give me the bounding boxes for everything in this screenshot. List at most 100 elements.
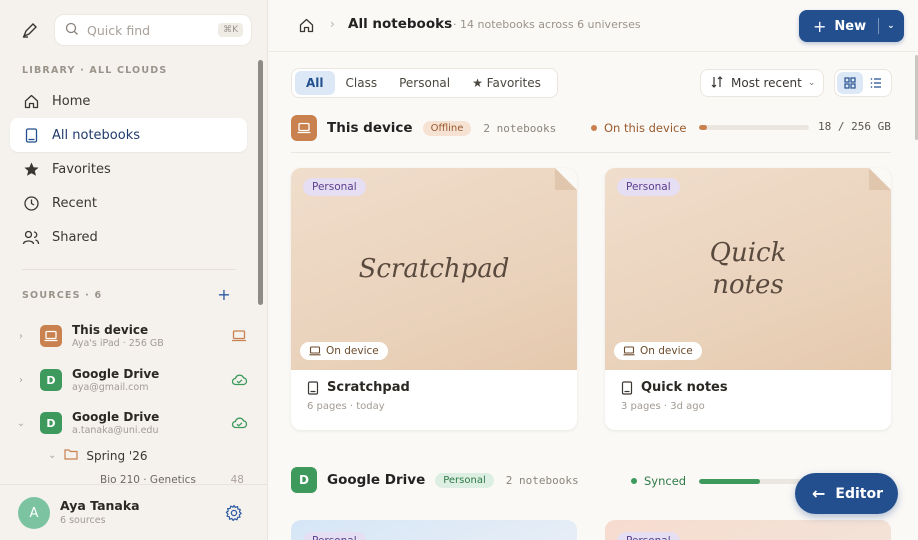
tab-favorites[interactable]: ★ Favorites (461, 71, 552, 95)
sidebar-scrollbar[interactable] (258, 60, 263, 305)
home-icon (22, 92, 40, 110)
storage-label: 18 / 256 GB (818, 120, 891, 133)
nav-favorites[interactable]: Favorites (10, 152, 247, 186)
user-sources: 6 sources (60, 515, 106, 526)
editor-button[interactable]: ← Editor (795, 473, 898, 514)
source-name: This device (72, 323, 149, 338)
list-view-icon[interactable] (863, 72, 889, 94)
search-icon (65, 21, 79, 40)
breadcrumb-separator-icon: › (330, 17, 335, 31)
chevron-right-icon[interactable]: › (14, 331, 28, 342)
tab-all[interactable]: All (295, 71, 335, 95)
status-badge: Personal (435, 472, 494, 488)
new-label: New (834, 18, 867, 34)
divider (22, 269, 236, 270)
tab-personal[interactable]: Personal (388, 71, 461, 95)
notebook-card[interactable]: Personal (605, 520, 891, 540)
device-badge-icon (40, 325, 62, 347)
notebook-cover: Personal Quick notes On device (605, 168, 891, 370)
notebook-icon (22, 126, 40, 144)
tab-class[interactable]: Class (335, 71, 389, 95)
source-name: Google Drive (72, 410, 160, 425)
grid-view-icon[interactable] (837, 72, 863, 94)
nav-label: All notebooks (52, 127, 140, 143)
cloud-check-icon (230, 371, 248, 389)
notebook-card[interactable]: Personal (291, 520, 577, 540)
sync-bar (699, 479, 809, 484)
laptop-icon (291, 115, 317, 141)
group-status-label: Synced (644, 474, 687, 488)
add-source-button[interactable]: + (216, 287, 232, 303)
star-icon (22, 160, 40, 178)
avatar[interactable]: A (18, 497, 50, 529)
folder-icon (64, 448, 78, 463)
group-name: This device (327, 120, 413, 136)
group-count: 2 notebooks (483, 121, 557, 135)
chevron-right-icon[interactable]: › (14, 375, 28, 386)
sidebar: Quick find ⌘K LIBRARY · ALL CLOUDS Home … (0, 0, 268, 540)
nav-label: Recent (52, 195, 97, 211)
card-meta: 6 pages · today (307, 401, 385, 412)
clock-icon (22, 194, 40, 212)
laptop-icon (309, 346, 321, 356)
filter-tabs: All Class Personal ★ Favorites (291, 68, 558, 98)
notebook-card[interactable]: Personal Quick notes On device Quick not… (605, 168, 891, 430)
drive-badge: D (40, 412, 62, 434)
source-this-device[interactable]: › This device Aya's iPad · 256 GB (14, 316, 254, 356)
top-bar: › All notebooks · 14 notebooks across 6 … (268, 0, 918, 52)
nav-recent[interactable]: Recent (10, 186, 247, 220)
button-separator (878, 18, 880, 34)
category-tag: Personal (617, 532, 680, 540)
group-status: Synced (631, 474, 686, 488)
nav-label: Shared (52, 229, 98, 245)
card-title: Scratchpad (327, 380, 410, 395)
source-google-drive-uni[interactable]: ⌄ D Google Drive a.tanaka@uni.edu (14, 403, 254, 443)
folder-name: Spring '26 (86, 448, 148, 463)
sort-label: Most recent (731, 76, 802, 90)
arrow-left-icon: ← (812, 484, 826, 503)
chevron-down-icon[interactable]: ⌄ (14, 418, 28, 429)
new-button[interactable]: + New ⌄ (799, 10, 904, 42)
status-dot (631, 478, 637, 484)
group-status-label: On this device (604, 121, 687, 135)
page-title: All notebooks (348, 16, 453, 32)
nav-label: Favorites (52, 161, 111, 177)
main-content: › All notebooks · 14 notebooks across 6 … (268, 0, 918, 540)
group-count: 2 notebooks (505, 473, 579, 487)
location-badge: On device (614, 342, 702, 360)
notebook-icon (307, 380, 319, 395)
user-bar: A Aya Tanaka 6 sources (0, 484, 267, 540)
category-tag: Personal (303, 532, 366, 540)
chevron-down-icon[interactable]: ⌄ (887, 21, 895, 31)
gear-icon[interactable] (225, 504, 243, 522)
sync-fill (699, 479, 760, 484)
notebook-icon (621, 380, 633, 395)
shortcut-badge: ⌘K (218, 23, 243, 37)
sort-icon (711, 75, 723, 91)
cover-title: Quick notes (709, 237, 787, 301)
group-name: Google Drive (327, 472, 426, 488)
chevron-down-icon[interactable]: ⌄ (48, 450, 56, 461)
location-badge: On device (300, 342, 388, 360)
user-name: Aya Tanaka (60, 498, 140, 513)
source-sub: aya@gmail.com (72, 381, 149, 393)
folder-spring-26[interactable]: ⌄ Spring '26 (48, 448, 148, 463)
drive-badge: D (291, 467, 317, 493)
compose-icon[interactable] (14, 14, 46, 46)
nav-home[interactable]: Home (10, 84, 247, 118)
source-sub: Aya's iPad · 256 GB (72, 337, 164, 349)
sort-dropdown[interactable]: Most recent ⌄ (700, 69, 824, 97)
plus-icon: + (813, 16, 827, 36)
quick-find-placeholder: Quick find (87, 22, 151, 38)
group-status: On this device (591, 121, 686, 135)
quick-find-input[interactable]: Quick find ⌘K (54, 14, 252, 46)
home-icon[interactable] (298, 17, 315, 38)
nav-shared[interactable]: Shared (10, 220, 247, 254)
notebook-card[interactable]: Personal Scratchpad On device Scratchpad… (291, 168, 577, 430)
status-dot (591, 125, 597, 131)
sources-label: SOURCES · 6 (22, 290, 103, 301)
cover-title: Scratchpad (358, 253, 510, 284)
source-google-drive-personal[interactable]: › D Google Drive aya@gmail.com (14, 360, 254, 400)
page-subtitle: · 14 notebooks across 6 universes (453, 18, 641, 31)
nav-all-notebooks[interactable]: All notebooks (10, 118, 247, 152)
